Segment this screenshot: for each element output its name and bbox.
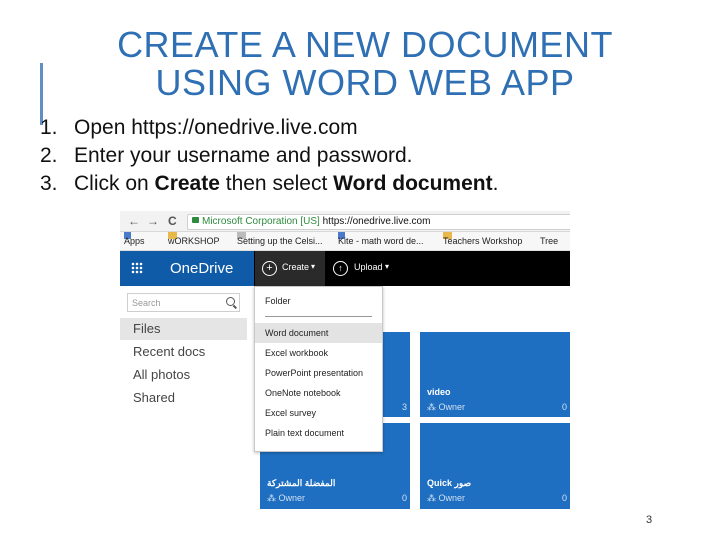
- menu-item-powerpoint-presentation[interactable]: PowerPoint presentation: [255, 363, 382, 383]
- tile-owner: ⁂ Owner: [427, 493, 466, 503]
- create-dropdown-menu: Folder Word document Excel workbook Powe…: [254, 286, 383, 452]
- menu-item-word-document[interactable]: Word document: [255, 323, 382, 343]
- folder-tile-quick-photos[interactable]: Quick صور ⁂ Owner 0: [420, 423, 570, 509]
- back-arrow-icon[interactable]: ←: [128, 214, 140, 228]
- menu-item-folder[interactable]: Folder: [255, 291, 382, 311]
- step-text: Click on Create then select Word documen…: [74, 170, 498, 198]
- steps-list: 1. Open https://onedrive.live.com 2. Ent…: [40, 114, 498, 198]
- step-text-suffix: .: [492, 172, 499, 195]
- upload-label: Upload: [354, 262, 383, 272]
- sidebar-item-files[interactable]: Files: [120, 318, 247, 340]
- slide-title-line1: CREATE A NEW DOCUMENT: [117, 24, 613, 65]
- tile-count: 0: [561, 493, 567, 503]
- create-button[interactable]: + Create ▾: [255, 251, 325, 286]
- reload-icon[interactable]: C: [168, 214, 177, 228]
- sidebar-item-shared[interactable]: Shared: [120, 387, 247, 409]
- menu-item-plain-text-document[interactable]: Plain text document: [255, 423, 382, 443]
- upload-arrow-icon: ↑: [333, 261, 348, 276]
- plus-icon: +: [262, 261, 277, 276]
- chevron-down-icon: ▾: [311, 262, 316, 271]
- step-2: 2. Enter your username and password.: [40, 142, 498, 170]
- search-input[interactable]: [128, 294, 222, 311]
- step-number: 2.: [40, 144, 58, 167]
- tile-name: Quick صور: [427, 478, 472, 488]
- tile-count: 0: [561, 402, 567, 412]
- step-text-create: Create: [154, 172, 220, 195]
- step-text: Open https://onedrive.live.com: [74, 116, 358, 139]
- ev-certificate-label: Microsoft Corporation [US]: [202, 216, 320, 227]
- address-bar[interactable]: Microsoft Corporation [US] https://onedr…: [187, 214, 570, 230]
- tile-name: video: [427, 387, 451, 397]
- onedrive-screenshot: ← → C Microsoft Corporation [US] https:/…: [120, 211, 570, 509]
- menu-item-excel-survey[interactable]: Excel survey: [255, 403, 382, 423]
- tile-count: 0: [401, 493, 407, 503]
- search-icon[interactable]: [226, 297, 235, 306]
- upload-button[interactable]: ↑ Upload ▾: [327, 251, 397, 286]
- tile-owner: ⁂ Owner: [427, 402, 466, 412]
- browser-toolbar: ← → C Microsoft Corporation [US] https:/…: [120, 211, 570, 232]
- step-number: 1.: [40, 116, 58, 139]
- sidebar-item-recent-docs[interactable]: Recent docs: [120, 341, 247, 363]
- tile-name: المفضلة المشتركة: [267, 478, 336, 488]
- step-1: 1. Open https://onedrive.live.com: [40, 114, 498, 142]
- page-number: 3: [646, 514, 653, 526]
- step-text-middle: then select: [219, 172, 334, 195]
- step-number: 3.: [40, 172, 58, 195]
- menu-item-excel-workbook[interactable]: Excel workbook: [255, 343, 382, 363]
- lock-icon: [192, 217, 199, 223]
- onedrive-brand[interactable]: OneDrive: [154, 251, 254, 286]
- step-text-prefix: Click on: [74, 172, 155, 195]
- url-text: https://onedrive.live.com: [322, 216, 431, 227]
- chevron-down-icon: ▾: [385, 262, 390, 271]
- sidebar-item-all-photos[interactable]: All photos: [120, 364, 247, 386]
- forward-arrow-icon[interactable]: →: [147, 214, 159, 228]
- tile-count: 3: [401, 402, 407, 412]
- menu-item-onenote-notebook[interactable]: OneNote notebook: [255, 383, 382, 403]
- step-text-word-document: Word document: [333, 172, 493, 195]
- step-3: 3. Click on Create then select Word docu…: [40, 170, 498, 198]
- tile-owner: ⁂ Owner: [267, 493, 306, 503]
- waffle-icon: [131, 262, 143, 274]
- app-launcher-button[interactable]: [120, 251, 154, 286]
- step-text: Enter your username and password.: [74, 144, 413, 167]
- brand-name: OneDrive: [170, 260, 234, 277]
- folder-tile-video[interactable]: video ⁂ Owner 0: [420, 332, 570, 417]
- bookmarks-bar: Apps wORKSHOP Setting up the Celsi... Ki…: [120, 232, 570, 251]
- onedrive-top-bar: OneDrive + Create ▾ ↑ Upload ▾: [120, 251, 570, 286]
- menu-divider: [265, 316, 372, 317]
- onedrive-sidebar: Files Recent docs All photos Shared: [120, 286, 247, 509]
- search-box[interactable]: [127, 293, 240, 312]
- slide-title-line2: USING WORD WEB APP: [155, 62, 575, 103]
- create-label: Create: [282, 262, 310, 272]
